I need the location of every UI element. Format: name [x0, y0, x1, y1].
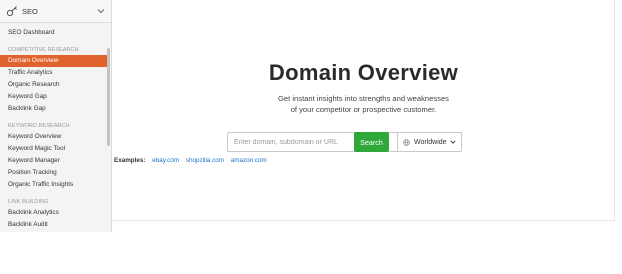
sidebar-item-keyword-gap[interactable]: Keyword Gap [0, 91, 111, 103]
sidebar-item-traffic-analytics[interactable]: Traffic Analytics [0, 67, 111, 79]
examples-row: Examples: ebay.com shopzilla.com amazon.… [114, 157, 272, 164]
example-link[interactable]: ebay.com [152, 157, 179, 164]
database-select[interactable]: Worldwide [397, 133, 461, 151]
sidebar-item-backlink-audit[interactable]: Backlink Audit [0, 219, 111, 231]
search-button[interactable]: Search [354, 132, 389, 152]
sidebar: SEO SEO Dashboard COMPETITIVE RESEARCH D… [0, 0, 112, 232]
sidebar-item-position-tracking[interactable]: Position Tracking [0, 167, 111, 179]
chevron-down-icon[interactable] [97, 7, 105, 15]
database-select-label: Worldwide [414, 138, 447, 146]
sidebar-item-backlink-analytics[interactable]: Backlink Analytics [0, 207, 111, 219]
subtitle-line: of your competitor or prospective custom… [290, 105, 437, 114]
page-title: Domain Overview [268, 60, 459, 85]
sidebar-list: SEO Dashboard COMPETITIVE RESEARCH Domai… [0, 23, 111, 231]
sidebar-header-title: SEO [22, 6, 38, 16]
sidebar-section-title: COMPETITIVE RESEARCH [8, 47, 79, 53]
content-border-right [614, 0, 615, 221]
domain-search-bar: Worldwide [227, 132, 462, 152]
sidebar-scrollbar[interactable] [107, 48, 110, 146]
sidebar-section-title: KEYWORD RESEARCH [8, 123, 70, 129]
subtitle-line: Get instant insights into strengths and … [278, 94, 449, 103]
examples-label: Examples: [114, 157, 146, 164]
seo-toolkit-icon [6, 5, 18, 17]
sidebar-item-seo-dashboard[interactable]: SEO Dashboard [0, 27, 111, 39]
sidebar-item-organic-research[interactable]: Organic Research [0, 79, 111, 91]
main-content: Domain Overview Get instant insights int… [113, 0, 614, 220]
sidebar-item-keyword-manager[interactable]: Keyword Manager [0, 155, 111, 167]
content-border-bottom [113, 220, 614, 221]
sidebar-item-keyword-overview[interactable]: Keyword Overview [0, 131, 111, 143]
globe-icon [403, 138, 410, 146]
sidebar-item-domain-overview[interactable]: Domain Overview [0, 55, 107, 67]
sidebar-section-title: LINK BUILDING [8, 199, 49, 205]
example-link[interactable]: amazon.com [231, 157, 267, 164]
example-link[interactable]: shopzilla.com [186, 157, 224, 164]
page-subtitle: Get instant insights into strengths and … [113, 93, 614, 115]
sidebar-item-backlink-gap[interactable]: Backlink Gap [0, 103, 111, 115]
sidebar-item-organic-traffic-insights[interactable]: Organic Traffic Insights [0, 179, 111, 191]
chevron-down-icon [450, 139, 456, 145]
sidebar-item-keyword-magic-tool[interactable]: Keyword Magic Tool [0, 143, 111, 155]
sidebar-header[interactable]: SEO [0, 0, 111, 23]
